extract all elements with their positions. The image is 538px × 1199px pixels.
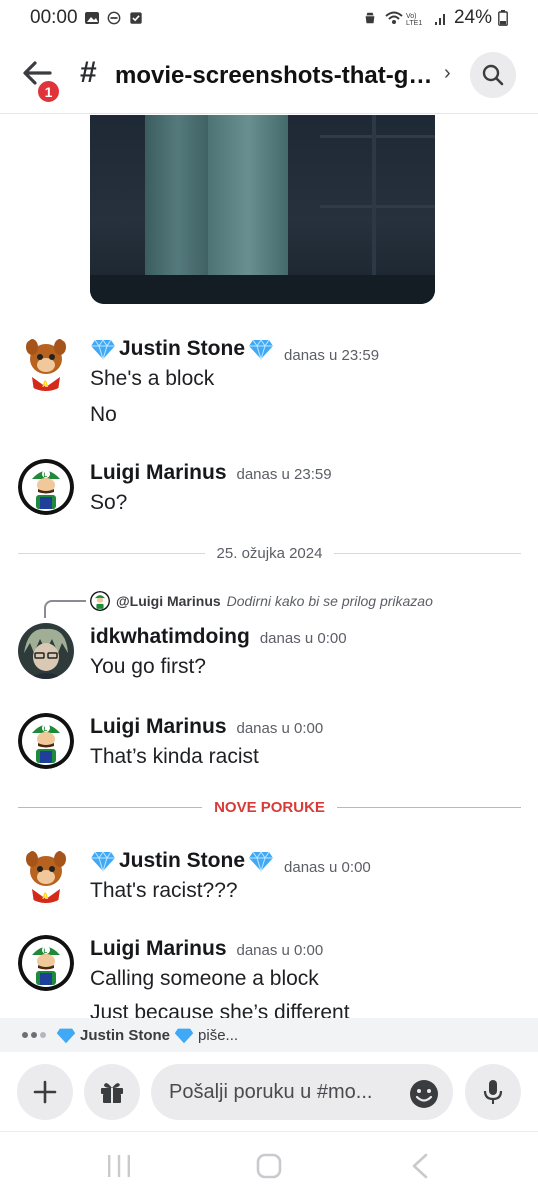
author-name[interactable]: Luigi Marinus (90, 461, 227, 485)
channel-name[interactable]: movie-screenshots-that-go... (115, 62, 440, 90)
divider-rule (336, 806, 522, 808)
checkbox-icon (129, 12, 142, 24)
microphone-icon (483, 1080, 503, 1104)
home-icon[interactable] (254, 1153, 284, 1179)
message-header: Luigi Marinus danas u 23:59 (90, 461, 332, 485)
reply-username: @Luigi Marinus (116, 593, 221, 609)
message-text[interactable]: No (90, 403, 117, 427)
typing-user: Justin Stone (80, 1026, 171, 1044)
message-header: Justin Stone danas u 0:00 (90, 849, 371, 876)
unread-badge: 1 (36, 79, 61, 104)
avatar[interactable]: A (18, 335, 74, 391)
divider-label: 25. ožujka 2024 (216, 544, 323, 562)
gem-icon (91, 339, 115, 360)
gallery-icon (84, 12, 99, 24)
avatar[interactable] (18, 623, 74, 679)
reply-connector (44, 600, 86, 618)
author-name[interactable]: idkwhatimdoing (90, 625, 250, 649)
message-list[interactable]: A Justin Stone danas u 23:59 She's a blo… (0, 115, 538, 1018)
image-post (372, 115, 376, 275)
back-icon[interactable] (404, 1153, 434, 1179)
emoji-icon[interactable] (408, 1078, 440, 1110)
svg-text:LTE1: LTE1 (406, 20, 422, 26)
svg-text:A: A (42, 891, 49, 901)
new-messages-divider: NOVE PORUKE (18, 797, 522, 817)
gem-icon (174, 1028, 194, 1043)
message-text[interactable]: That’s kinda racist (90, 745, 259, 769)
message-header: idkwhatimdoing danas u 0:00 (90, 625, 347, 649)
avatar[interactable]: L (18, 459, 74, 515)
author-name[interactable]: Luigi Marinus (90, 937, 227, 961)
reply-avatar (90, 591, 110, 611)
reply-preview[interactable]: @Luigi Marinus Dodirni kako bi se prilog… (90, 591, 433, 611)
battery-percent: 24% (453, 7, 492, 28)
author-name[interactable]: Justin Stone (90, 849, 274, 873)
image-figure-leg (208, 115, 288, 275)
date-divider: 25. ožujka 2024 (18, 543, 522, 563)
divider-rule (18, 806, 203, 808)
message-text[interactable]: You go first? (90, 655, 206, 679)
avatar[interactable]: L (18, 713, 74, 769)
message-header: Luigi Marinus danas u 0:00 (90, 937, 323, 961)
message-header: Luigi Marinus danas u 0:00 (90, 715, 323, 739)
message-header: Justin Stone danas u 23:59 (90, 337, 379, 364)
wifi-volte-icon: Vo)LTE1 (385, 11, 422, 26)
channel-header: 1 # movie-screenshots-that-go... › (0, 40, 538, 114)
gem-icon (56, 1028, 76, 1043)
avatar[interactable]: L (18, 935, 74, 991)
author-name-text: Justin Stone (119, 849, 246, 872)
reply-text: Dodirni kako bi se prilog prikazao (226, 593, 433, 609)
author-name[interactable]: Justin Stone (90, 337, 274, 361)
divider-rule (334, 552, 522, 554)
plus-icon (33, 1080, 57, 1104)
dnd-icon (107, 11, 120, 25)
timestamp: danas u 23:59 (236, 466, 332, 483)
battery-icon (498, 10, 508, 26)
timestamp: danas u 0:00 (236, 720, 324, 737)
divider-rule (18, 552, 205, 554)
image-railing (320, 135, 435, 138)
message-text[interactable]: So? (90, 491, 127, 515)
message-text[interactable]: Just because she’s different (90, 1001, 350, 1018)
gem-icon (249, 851, 274, 872)
signal-icon (434, 14, 445, 25)
avatar[interactable]: A (18, 847, 74, 903)
timestamp: danas u 0:00 (236, 942, 324, 959)
timestamp: danas u 23:59 (284, 347, 380, 364)
message-text[interactable]: Calling someone a block (90, 967, 319, 991)
typing-suffix: piše... (198, 1026, 239, 1044)
author-name[interactable]: Luigi Marinus (90, 715, 227, 739)
message-text[interactable]: She's a block (90, 367, 214, 391)
typing-indicator: Justin Stone piše... (0, 1018, 538, 1052)
message-composer: Pošalji poruku u #mo... (0, 1052, 538, 1132)
image-attachment[interactable] (90, 115, 435, 304)
add-attachment-button[interactable] (17, 1064, 73, 1120)
author-name-text: Justin Stone (119, 337, 246, 360)
recycle-icon (365, 12, 375, 24)
chevron-right-icon[interactable]: › (444, 62, 451, 85)
voice-message-button[interactable] (465, 1064, 521, 1120)
gem-icon (91, 851, 115, 872)
search-icon (482, 64, 504, 86)
divider-label: NOVE PORUKE (214, 798, 325, 816)
timestamp: danas u 0:00 (284, 859, 371, 876)
message-text[interactable]: That's racist??? (90, 879, 238, 903)
image-floor (90, 275, 435, 304)
channel-hash-icon: # (80, 56, 97, 89)
svg-text:Vo): Vo) (406, 13, 417, 20)
image-railing (320, 205, 435, 208)
search-button[interactable] (470, 52, 516, 98)
gem-icon (249, 339, 274, 360)
timestamp: danas u 0:00 (259, 630, 347, 647)
status-bar: 00:00 Vo) LTE1 24% (0, 0, 538, 36)
gift-button[interactable] (84, 1064, 140, 1120)
typing-dots-icon (22, 1032, 46, 1038)
clock: 00:00 (30, 7, 78, 28)
svg-text:A: A (42, 379, 49, 389)
recents-icon[interactable] (104, 1153, 134, 1179)
system-nav-bar (0, 1133, 538, 1199)
gift-icon (101, 1083, 123, 1103)
image-figure-leg (145, 115, 210, 275)
